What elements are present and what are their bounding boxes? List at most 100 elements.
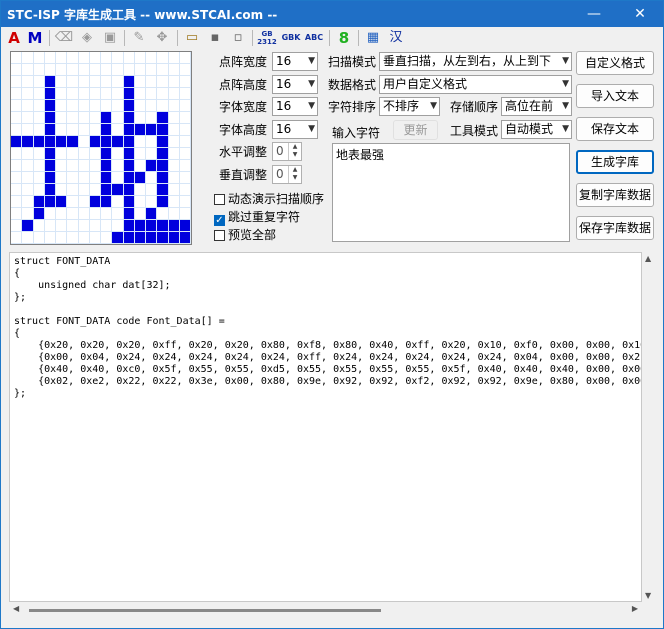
glyph-pixel-off[interactable]	[78, 172, 89, 183]
scroll-up-icon[interactable]: ▲	[645, 254, 651, 263]
abc-icon[interactable]: ABC	[303, 29, 325, 47]
glyph-pixel-off[interactable]	[78, 184, 89, 195]
glyph-pixel-off[interactable]	[101, 88, 112, 99]
glyph-pixel-off[interactable]	[22, 160, 33, 171]
glyph-editor-grid[interactable]	[10, 51, 192, 245]
glyph-pixel-off[interactable]	[89, 52, 100, 63]
digit-8-icon[interactable]: 8	[334, 29, 354, 47]
glyph-pixel-off[interactable]	[78, 220, 89, 231]
glyph-pixel-off[interactable]	[78, 148, 89, 159]
glyph-pixel-off[interactable]	[78, 64, 89, 75]
glyph-pixel-on[interactable]	[44, 124, 55, 135]
glyph-pixel-on[interactable]	[123, 112, 134, 123]
glyph-pixel-on[interactable]	[179, 220, 190, 231]
glyph-pixel-on[interactable]	[123, 100, 134, 111]
h-adjust-spinner[interactable]: 0 ▲ ▼	[272, 142, 302, 161]
glyph-pixel-on[interactable]	[11, 136, 22, 147]
glyph-pixel-off[interactable]	[11, 172, 22, 183]
glyph-pixel-off[interactable]	[67, 88, 78, 99]
glyph-pixel-off[interactable]	[67, 232, 78, 243]
glyph-pixel-off[interactable]	[134, 136, 145, 147]
glyph-pixel-off[interactable]	[67, 172, 78, 183]
glyph-pixel-off[interactable]	[56, 64, 67, 75]
glyph-pixel-off[interactable]	[22, 196, 33, 207]
glyph-pixel-off[interactable]	[22, 100, 33, 111]
checkbox-checked-icon[interactable]: ✓	[214, 215, 225, 226]
glyph-pixel-off[interactable]	[179, 52, 190, 63]
data-format-select[interactable]: 用户自定义格式 ▼	[379, 75, 572, 94]
glyph-pixel-off[interactable]	[67, 208, 78, 219]
tool-mode-select[interactable]: 自动模式 ▼	[501, 120, 572, 139]
glyph-pixel-off[interactable]	[168, 208, 179, 219]
glyph-pixel-on[interactable]	[134, 232, 145, 243]
glyph-pixel-off[interactable]	[11, 124, 22, 135]
glyph-pixel-on[interactable]	[146, 208, 157, 219]
glyph-pixel-off[interactable]	[78, 232, 89, 243]
glyph-pixel-off[interactable]	[112, 196, 123, 207]
glyph-pixel-off[interactable]	[134, 160, 145, 171]
save-as-icon[interactable]: ▫	[228, 29, 248, 47]
glyph-pixel-off[interactable]	[56, 76, 67, 87]
glyph-pixel-off[interactable]	[179, 184, 190, 195]
glyph-pixel-on[interactable]	[123, 208, 134, 219]
glyph-pixel-on[interactable]	[157, 124, 168, 135]
glyph-pixel-on[interactable]	[157, 232, 168, 243]
glyph-pixel-on[interactable]	[101, 112, 112, 123]
glyph-pixel-off[interactable]	[67, 76, 78, 87]
glyph-pixel-off[interactable]	[168, 88, 179, 99]
skip-duplicate-checkbox[interactable]: ✓ 跳过重复字符	[214, 208, 300, 226]
glyph-pixel-on[interactable]	[146, 160, 157, 171]
glyph-pixel-off[interactable]	[168, 160, 179, 171]
glyph-pixel-off[interactable]	[33, 148, 44, 159]
glyph-pixel-off[interactable]	[112, 52, 123, 63]
glyph-pixel-off[interactable]	[89, 64, 100, 75]
glyph-pixel-off[interactable]	[146, 184, 157, 195]
glyph-pixel-off[interactable]	[56, 52, 67, 63]
checkbox-box[interactable]	[214, 194, 225, 205]
glyph-pixel-off[interactable]	[67, 124, 78, 135]
glyph-pixel-off[interactable]	[146, 196, 157, 207]
anim-scan-checkbox[interactable]: 动态演示扫描顺序	[214, 190, 324, 207]
glyph-pixel-off[interactable]	[168, 184, 179, 195]
glyph-pixel-off[interactable]	[11, 52, 22, 63]
glyph-pixel-off[interactable]	[157, 100, 168, 111]
save-text-button[interactable]: 保存文本	[576, 117, 654, 141]
vertical-scrollbar[interactable]: ▲ ▼	[642, 252, 656, 602]
glyph-pixel-off[interactable]	[168, 76, 179, 87]
glyph-pixel-on[interactable]	[44, 160, 55, 171]
glyph-pixel-off[interactable]	[112, 64, 123, 75]
glyph-pixel-on[interactable]	[157, 184, 168, 195]
glyph-pixel-on[interactable]	[101, 172, 112, 183]
glyph-pixel-off[interactable]	[33, 184, 44, 195]
glyph-pixel-off[interactable]	[67, 112, 78, 123]
glyph-pixel-off[interactable]	[78, 112, 89, 123]
glyph-pixel-off[interactable]	[67, 160, 78, 171]
glyph-pixel-off[interactable]	[22, 52, 33, 63]
glyph-pixel-on[interactable]	[101, 160, 112, 171]
glyph-pixel-on[interactable]	[101, 184, 112, 195]
save-font-data-button[interactable]: 保存字库数据	[576, 216, 654, 240]
glyph-pixel-on[interactable]	[67, 136, 78, 147]
glyph-pixel-off[interactable]	[157, 64, 168, 75]
glyph-pixel-off[interactable]	[78, 100, 89, 111]
glyph-pixel-off[interactable]	[179, 100, 190, 111]
glyph-pixel-off[interactable]	[168, 196, 179, 207]
glyph-pixel-off[interactable]	[146, 148, 157, 159]
glyph-pixel-on[interactable]	[146, 232, 157, 243]
glyph-pixel-off[interactable]	[89, 112, 100, 123]
glyph-pixel-on[interactable]	[123, 196, 134, 207]
save-icon[interactable]: ▪	[205, 29, 225, 47]
glyph-pixel-on[interactable]	[44, 172, 55, 183]
glyph-pixel-off[interactable]	[146, 136, 157, 147]
glyph-pixel-off[interactable]	[11, 208, 22, 219]
glyph-pixel-off[interactable]	[101, 64, 112, 75]
glyph-pixel-off[interactable]	[112, 208, 123, 219]
glyph-pixel-off[interactable]	[33, 220, 44, 231]
glyph-pixel-off[interactable]	[134, 52, 145, 63]
glyph-pixel-on[interactable]	[33, 196, 44, 207]
glyph-pixel-off[interactable]	[157, 88, 168, 99]
glyph-pixel-off[interactable]	[134, 76, 145, 87]
preview-all-checkbox[interactable]: 预览全部	[214, 226, 276, 243]
glyph-pixel-on[interactable]	[157, 220, 168, 231]
glyph-pixel-off[interactable]	[67, 64, 78, 75]
